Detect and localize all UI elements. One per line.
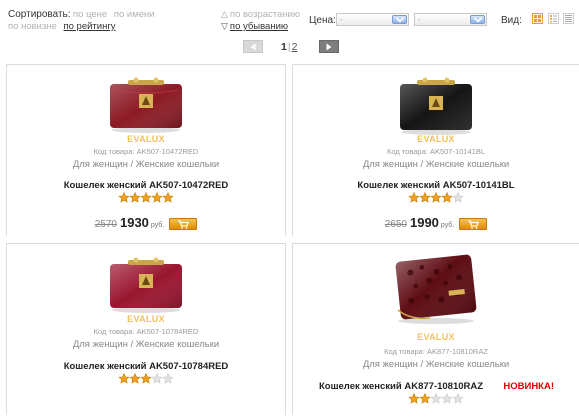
order-descending-label: по убыванию: [229, 21, 289, 32]
list-view-icon[interactable]: [563, 13, 574, 24]
sort-toolbar: Сортировать: по цене по имени по новизне…: [0, 0, 579, 36]
brand-watermark: EVALUX: [127, 134, 165, 144]
next-page-button[interactable]: [319, 40, 339, 53]
product-code: Код товара: AK877-10810RAZ: [384, 347, 488, 356]
current-price: 1990: [409, 215, 439, 230]
sort-label: Сортировать:: [8, 9, 71, 20]
wallet-image[interactable]: [395, 74, 477, 136]
star-filled-icon: [408, 392, 420, 404]
price-to-value: -: [418, 15, 421, 24]
old-price: 2650: [384, 219, 407, 230]
product-title-link[interactable]: Кошелек женский AK507-10472RED: [7, 180, 285, 191]
price-to-select[interactable]: -: [414, 13, 487, 26]
star-filled-icon: [129, 191, 141, 203]
wallet-image[interactable]: [106, 256, 186, 314]
page-separator: |: [287, 41, 291, 53]
current-page: 1: [281, 41, 287, 53]
product-code: Код товара: AK507-10141BL: [387, 147, 485, 156]
rating-stars: [118, 372, 174, 384]
rating-stars: [118, 191, 174, 203]
current-price: 1930: [119, 215, 149, 230]
star-filled-icon: [118, 372, 130, 384]
star-filled-icon: [140, 372, 152, 384]
wallet-image[interactable]: [106, 76, 186, 134]
cart-icon: [468, 220, 480, 229]
currency: руб.: [440, 222, 455, 229]
view-mode-label: Вид:: [501, 15, 522, 26]
order-descending[interactable]: ▽ по убыванию: [221, 21, 288, 32]
sort-options-row2: по новизне по рейтингу: [8, 21, 116, 32]
price-block: 2570 1930 руб.: [7, 215, 285, 230]
price-from-value: -: [340, 15, 343, 24]
product-title-link[interactable]: Кошелек женский AK507-10141BL: [293, 180, 579, 191]
order-ascending[interactable]: △ по возрастанию: [221, 9, 300, 20]
brand-watermark: EVALUX: [417, 332, 455, 342]
star-empty-icon: [452, 392, 464, 404]
chevron-down-icon: [392, 15, 407, 24]
wallet-image[interactable]: [390, 250, 482, 326]
brand-watermark: EVALUX: [417, 134, 455, 144]
product-category-link[interactable]: Для женщин / Женские кошельки: [7, 339, 285, 350]
star-filled-icon: [408, 191, 420, 203]
grid-view-icon[interactable]: [532, 13, 543, 24]
triangle-up-icon: △: [221, 9, 228, 19]
add-to-cart-button[interactable]: [169, 218, 198, 230]
star-empty-icon: [162, 372, 174, 384]
rating-stars: [408, 191, 464, 203]
product-card[interactable]: EVALUX Код товара: AK877-10810RAZ Для же…: [292, 243, 579, 415]
price-block: 2650 1990 руб.: [293, 215, 579, 230]
product-title-link[interactable]: Кошелек женский AK877-10810RAZ: [319, 381, 483, 392]
star-filled-icon: [162, 191, 174, 203]
star-empty-icon: [441, 392, 453, 404]
star-filled-icon: [118, 191, 130, 203]
sort-by-price-link[interactable]: по цене: [73, 9, 107, 20]
product-card[interactable]: EVALUX Код товара: AK507-10784RED Для же…: [6, 243, 286, 415]
product-category-link[interactable]: Для женщин / Женские кошельки: [293, 159, 579, 170]
chevron-down-icon: [470, 15, 485, 24]
star-filled-icon: [430, 191, 442, 203]
order-ascending-label: по возрастанию: [229, 9, 300, 20]
brand-watermark: EVALUX: [127, 314, 165, 324]
triangle-down-icon: ▽: [221, 21, 228, 31]
product-card[interactable]: EVALUX Код товара: AK507-10472RED Для же…: [6, 64, 286, 236]
star-filled-icon: [151, 191, 163, 203]
star-filled-icon: [419, 191, 431, 203]
product-card[interactable]: EVALUX Код товара: AK507-10141BL Для жен…: [292, 64, 579, 236]
star-filled-icon: [441, 191, 453, 203]
product-code: Код товара: AK507-10472RED: [93, 147, 199, 156]
compact-list-view-icon[interactable]: [548, 13, 559, 24]
cart-icon: [178, 220, 190, 229]
arrow-left-icon: [250, 43, 256, 51]
new-badge: НОВИНКА!: [503, 381, 554, 392]
product-category-link[interactable]: Для женщин / Женские кошельки: [293, 359, 579, 370]
sort-by-rating-link[interactable]: по рейтингу: [63, 21, 115, 32]
price-from-select[interactable]: -: [336, 13, 409, 26]
star-empty-icon: [151, 372, 163, 384]
rating-stars: [408, 392, 464, 404]
old-price: 2570: [94, 219, 117, 230]
arrow-right-icon: [326, 43, 332, 51]
product-title-link[interactable]: Кошелек женский AK507-10784RED: [7, 361, 285, 372]
add-to-cart-button[interactable]: [459, 218, 488, 230]
star-empty-icon: [430, 392, 442, 404]
sort-by-name-link[interactable]: по имени: [114, 9, 155, 20]
page-numbers: 1|2: [281, 41, 297, 53]
product-code: Код товара: AK507-10784RED: [93, 327, 199, 336]
previous-page-button[interactable]: [243, 40, 263, 53]
price-filter-label: Цена:: [309, 15, 336, 26]
sort-by-newness-link[interactable]: по новизне: [8, 21, 57, 32]
star-filled-icon: [419, 392, 431, 404]
star-empty-icon: [452, 191, 464, 203]
currency: руб.: [150, 222, 165, 229]
page-2-link[interactable]: 2: [292, 41, 298, 53]
star-filled-icon: [140, 191, 152, 203]
sort-options-row1: по цене по имени: [73, 9, 159, 20]
product-category-link[interactable]: Для женщин / Женские кошельки: [7, 159, 285, 170]
star-filled-icon: [129, 372, 141, 384]
